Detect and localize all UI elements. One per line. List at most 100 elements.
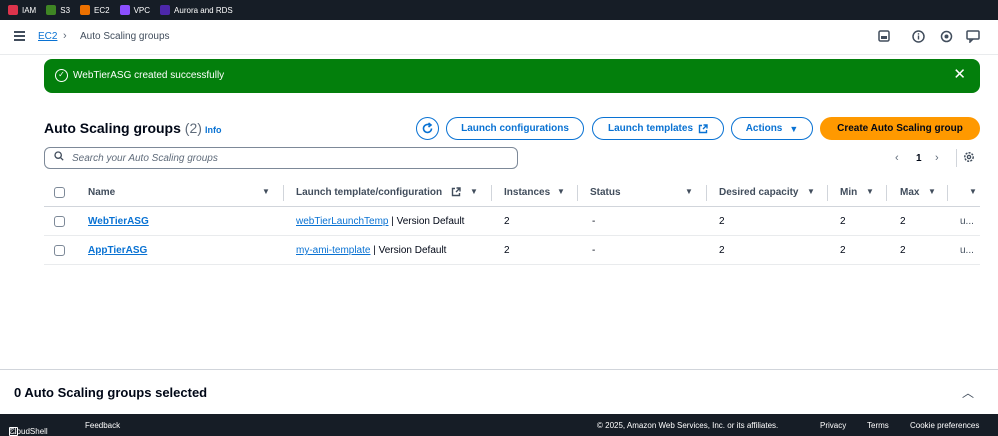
iam-service-icon: [8, 5, 18, 15]
favorite-label: IAM: [22, 5, 37, 15]
info-link[interactable]: Info: [205, 125, 222, 135]
external-link-icon: [451, 187, 461, 197]
actions-dropdown-button[interactable]: Actions ▼: [731, 117, 813, 140]
launch-configurations-button[interactable]: Launch configurations: [446, 117, 584, 140]
cloudshell-label: CloudShell: [9, 427, 48, 436]
desired-capacity-cell: 2: [719, 216, 725, 227]
sort-caret-icon[interactable]: ▼: [685, 187, 693, 196]
sort-caret-icon[interactable]: ▼: [557, 187, 565, 196]
feedback-link[interactable]: Feedback: [85, 421, 120, 430]
min-cell: 2: [840, 216, 846, 227]
terms-link[interactable]: Terms: [867, 421, 889, 430]
desired-capacity-cell: 2: [719, 245, 725, 256]
sort-caret-icon[interactable]: ▼: [969, 187, 977, 196]
launch-template-link[interactable]: webTierLaunchTemp: [296, 216, 388, 227]
info-icon[interactable]: [911, 30, 925, 44]
favorite-s3[interactable]: S3: [46, 5, 70, 15]
refresh-button[interactable]: [416, 117, 439, 140]
table-header: Name ▼ Launch template/configuration ▼ I…: [44, 178, 980, 207]
column-header-instances[interactable]: Instances: [504, 187, 550, 198]
external-link-icon: [698, 123, 708, 133]
favorite-iam[interactable]: IAM: [8, 5, 36, 15]
sort-caret-icon[interactable]: ▼: [928, 187, 936, 196]
launch-template-link[interactable]: my-ami-template: [296, 245, 370, 256]
launch-template-cell: webTierLaunchTemp | Version Default: [296, 216, 464, 227]
favorite-rds[interactable]: Aurora and RDS: [160, 5, 233, 15]
column-divider: [283, 185, 284, 201]
feedback-icon[interactable]: [966, 30, 980, 44]
button-label: Create Auto Scaling group: [837, 123, 963, 134]
previous-page-icon[interactable]: ‹: [895, 152, 899, 164]
close-icon[interactable]: ✕: [953, 67, 966, 82]
search-input[interactable]: Search your Auto Scaling groups: [44, 147, 518, 169]
favorite-label: Aurora and RDS: [174, 5, 233, 15]
next-page-icon[interactable]: ›: [935, 152, 939, 164]
status-cell: -: [592, 245, 596, 256]
settings-icon[interactable]: [939, 30, 953, 44]
column-header-name[interactable]: Name: [88, 187, 115, 198]
column-divider: [491, 185, 492, 201]
console-footer: ›_ CloudShell Feedback © 2025, Amazon Web…: [0, 414, 998, 436]
button-label: Launch templates: [607, 123, 694, 134]
status-cell: -: [592, 216, 596, 227]
privacy-link[interactable]: Privacy: [820, 421, 846, 430]
page-number[interactable]: 1: [916, 153, 922, 164]
search-placeholder: Search your Auto Scaling groups: [72, 153, 218, 164]
search-icon: [54, 151, 64, 161]
asg-name-link[interactable]: AppTierASG: [88, 245, 147, 256]
vpc-service-icon: [119, 5, 130, 15]
row-checkbox[interactable]: [54, 245, 65, 256]
favorite-label: S3: [60, 5, 71, 15]
row-checkbox[interactable]: [54, 216, 65, 227]
asg-name-link[interactable]: WebTierASG: [88, 216, 149, 227]
chevron-up-icon[interactable]: ︿: [962, 384, 974, 401]
launch-templates-button[interactable]: Launch templates: [592, 117, 724, 140]
split-panel-title: 0 Auto Scaling groups selected: [14, 385, 208, 400]
flash-message: WebTierASG created successfully: [73, 70, 225, 81]
column-divider: [577, 185, 578, 201]
column-header-max[interactable]: Max: [900, 187, 919, 198]
table-row[interactable]: AppTierASG my-ami-template | Version Def…: [44, 236, 980, 265]
template-version: | Version Default: [388, 216, 465, 227]
max-cell: 2: [900, 216, 906, 227]
sort-caret-icon[interactable]: ▼: [470, 187, 478, 196]
favorite-vpc[interactable]: VPC: [119, 5, 151, 15]
copyright-text: © 2025, Amazon Web Services, Inc. or its…: [597, 421, 779, 430]
caret-down-icon: ▼: [789, 123, 799, 134]
group-count: (2): [184, 120, 202, 136]
button-label: Actions: [745, 123, 783, 134]
column-header-min[interactable]: Min: [840, 187, 857, 198]
favorite-label: VPC: [133, 5, 151, 15]
page-title: Auto Scaling groups (2): [44, 120, 202, 136]
auto-scaling-groups-table: Name ▼ Launch template/configuration ▼ I…: [44, 178, 980, 265]
column-divider: [827, 185, 828, 201]
column-header-desired-capacity[interactable]: Desired capacity: [719, 187, 799, 198]
preferences-gear-icon[interactable]: [963, 151, 975, 163]
favorite-label: EC2: [94, 5, 110, 15]
success-flashbar: ✓ WebTierASG created successfully ✕: [44, 59, 980, 93]
menu-icon[interactable]: [14, 31, 25, 41]
cookie-preferences-link[interactable]: Cookie preferences: [910, 421, 979, 430]
column-header-status[interactable]: Status: [590, 187, 621, 198]
rds-service-icon: [160, 5, 171, 15]
table-row[interactable]: WebTierASG webTierLaunchTemp | Version D…: [44, 207, 980, 236]
breadcrumb-ec2-link[interactable]: EC2: [38, 31, 57, 42]
column-divider: [947, 185, 948, 201]
ec2-service-icon: [80, 5, 91, 15]
sort-caret-icon[interactable]: ▼: [807, 187, 815, 196]
sort-caret-icon[interactable]: ▼: [262, 187, 270, 196]
create-auto-scaling-group-button[interactable]: Create Auto Scaling group: [820, 117, 980, 140]
panel-icon[interactable]: [877, 30, 891, 44]
favorites-bar: IAM S3 EC2 VPC Aurora and RDS: [0, 0, 998, 20]
select-all-checkbox[interactable]: [54, 187, 65, 198]
min-cell: 2: [840, 245, 846, 256]
breadcrumb-bar: EC2 › Auto Scaling groups: [0, 20, 998, 55]
check-circle-icon: ✓: [55, 69, 68, 82]
split-panel: 0 Auto Scaling groups selected ︿: [0, 369, 998, 414]
instances-cell: 2: [504, 216, 510, 227]
button-label: Launch configurations: [461, 123, 569, 134]
divider: [956, 149, 957, 167]
column-header-launch-template[interactable]: Launch template/configuration: [296, 187, 442, 198]
sort-caret-icon[interactable]: ▼: [866, 187, 874, 196]
favorite-ec2[interactable]: EC2: [80, 5, 110, 15]
